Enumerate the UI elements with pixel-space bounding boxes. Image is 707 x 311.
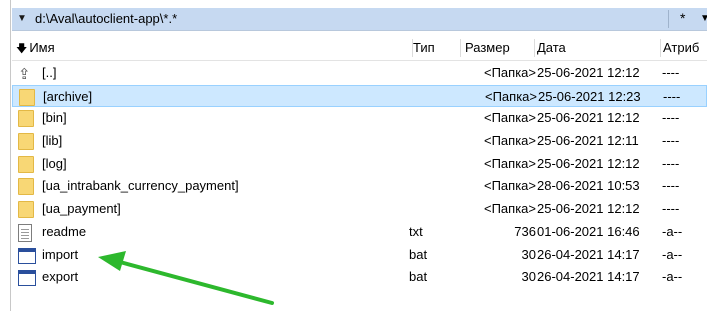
annotation-arrow-line: [118, 260, 274, 305]
annotation-arrow-head: [98, 251, 126, 271]
annotation-overlay: [98, 251, 274, 305]
